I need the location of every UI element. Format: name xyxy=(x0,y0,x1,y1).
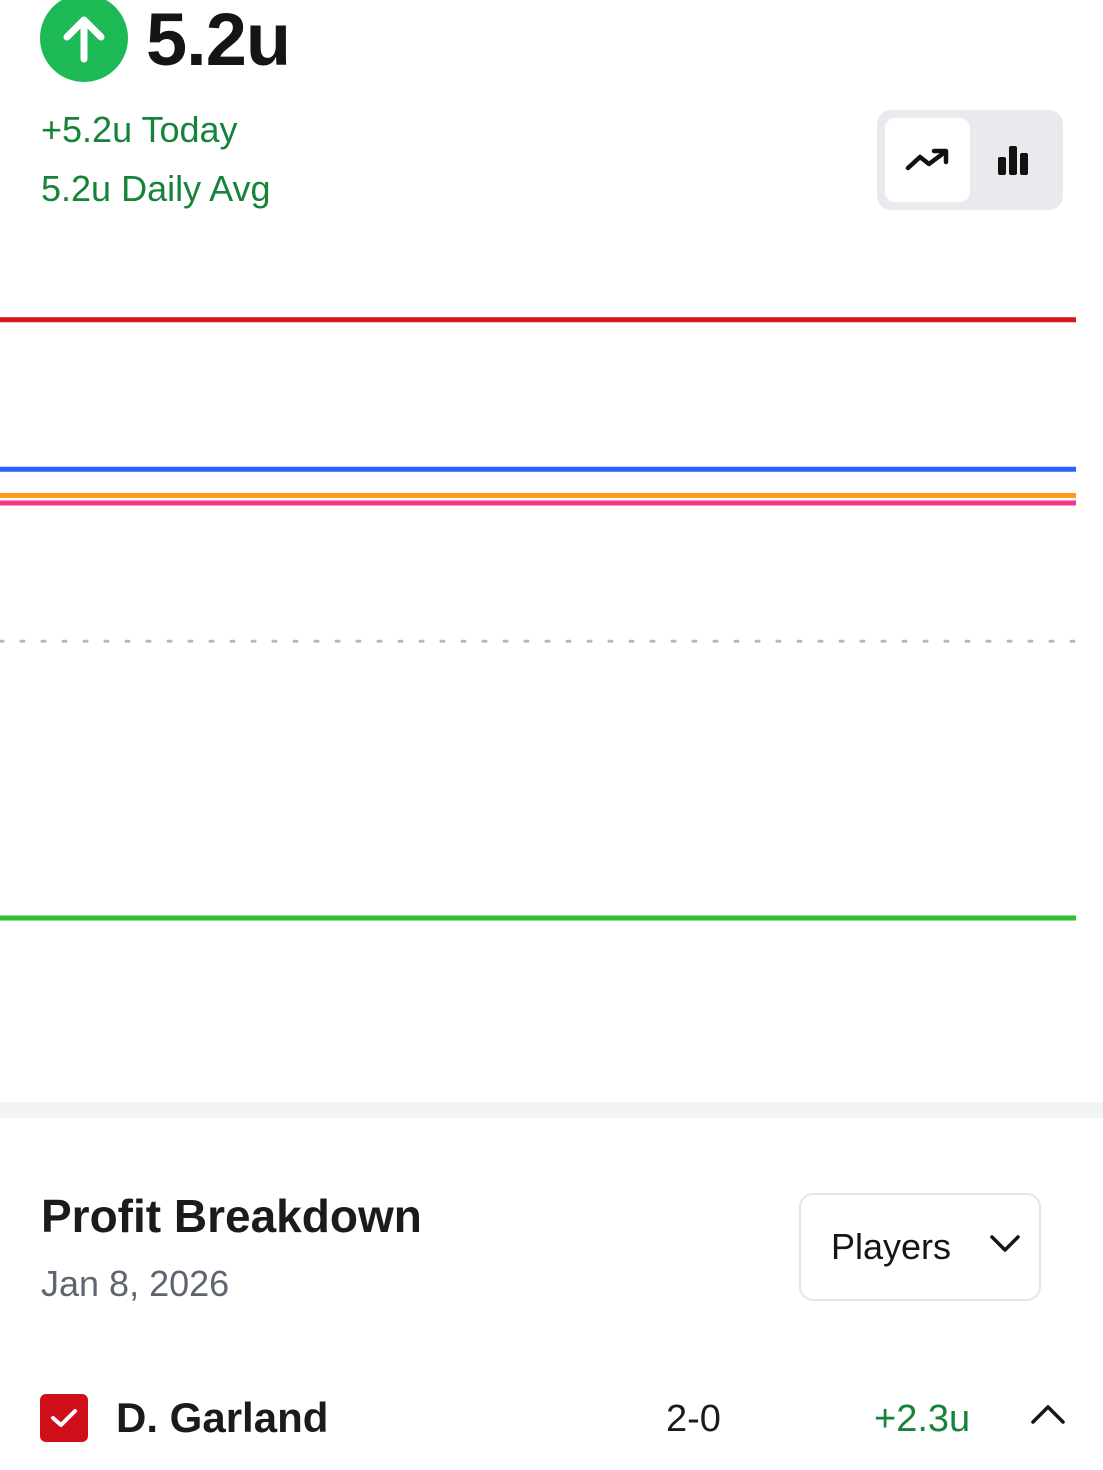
chart-type-toggle xyxy=(877,110,1063,210)
player-name: D. Garland xyxy=(116,1394,329,1441)
profit-up-badge xyxy=(40,0,128,82)
player-row[interactable]: D. Garland 2-0 +2.3u xyxy=(0,1384,1103,1454)
player-profit: +2.3u xyxy=(874,1398,971,1440)
breakdown-title: Profit Breakdown xyxy=(41,1190,422,1242)
player-record: 2-0 xyxy=(666,1398,721,1440)
bar-chart-toggle-button[interactable] xyxy=(970,118,1055,202)
daily-average-stat: 5.2u Daily Avg xyxy=(41,168,271,209)
player-checkbox[interactable] xyxy=(40,1394,88,1442)
line-chart-icon xyxy=(905,148,948,171)
group-by-select-label: Players xyxy=(831,1226,952,1267)
breakdown-date: Jan 8, 2026 xyxy=(41,1263,230,1304)
profit-chart xyxy=(0,230,1103,1090)
profit-line-chart xyxy=(0,317,1078,921)
total-profit-value: 5.2u xyxy=(146,0,291,81)
line-chart-toggle-button[interactable] xyxy=(885,118,970,202)
bar-chart-icon xyxy=(997,146,1028,175)
checkmark-icon xyxy=(51,1409,77,1427)
chevron-down-icon xyxy=(990,1235,1020,1252)
group-by-select[interactable]: Players xyxy=(799,1193,1041,1301)
chevron-up-icon[interactable] xyxy=(1030,1402,1066,1426)
today-profit-stat: +5.2u Today xyxy=(41,109,238,150)
arrow-up-icon xyxy=(63,16,105,63)
section-divider xyxy=(0,1102,1103,1118)
